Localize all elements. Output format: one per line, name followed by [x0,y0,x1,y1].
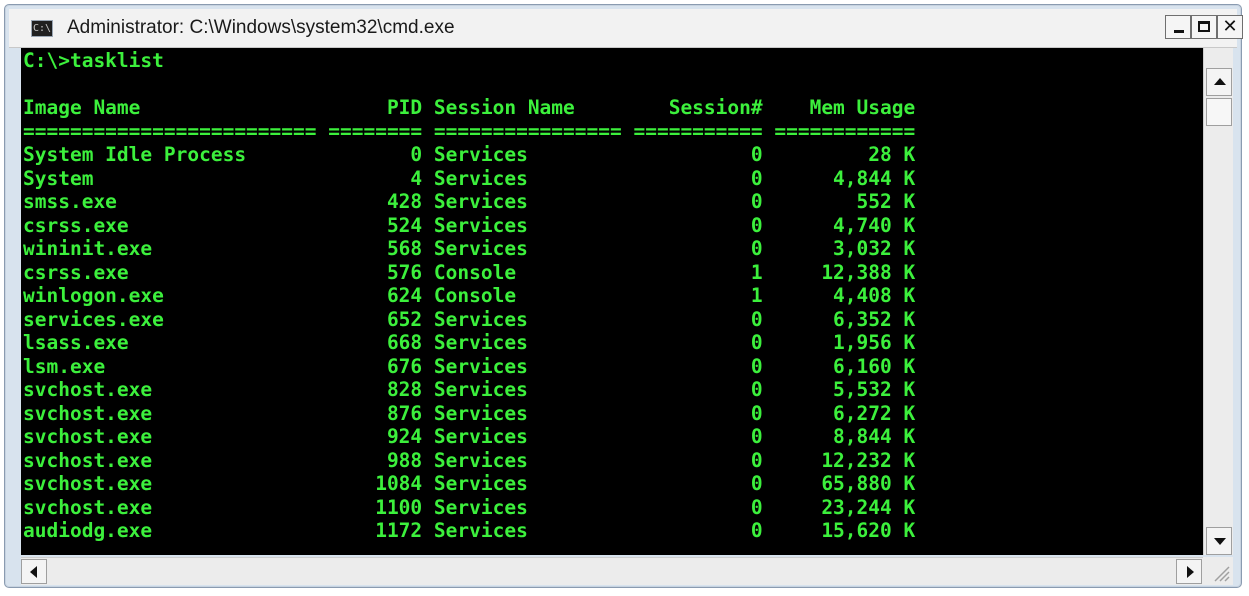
console-line: audiodg.exe 1172 Services 0 15,620 K [23,519,916,542]
scroll-thumb[interactable] [1206,98,1232,126]
horizontal-scrollbar[interactable] [21,557,1203,585]
console-line: svchost.exe 828 Services 0 5,532 K [23,378,916,401]
console-line: csrss.exe 576 Console 1 12,388 K [23,260,916,284]
console-line: winlogon.exe 624 Console 1 4,408 K [23,284,916,307]
scroll-left-button[interactable] [21,559,47,584]
console-line: svchost.exe 876 Services 0 6,272 K [23,401,916,425]
console-line: lsm.exe 676 Services 0 6,160 K [23,354,916,378]
close-icon: ✕ [1222,16,1238,37]
console-output[interactable]: C:\>tasklist Image Name PID Session Name … [21,48,1203,555]
console-line: Image Name PID Session Name Session# Mem… [23,96,916,119]
console-line: System 4 Services 0 4,844 K [23,166,916,190]
maximize-button[interactable] [1191,15,1217,39]
console-line: C:\>tasklist [23,49,164,72]
arrow-right-icon [1187,566,1194,578]
maximize-icon [1198,21,1210,32]
console-line: lsass.exe 668 Services 0 1,956 K [23,331,916,354]
scroll-right-button[interactable] [1176,559,1202,584]
arrow-left-icon [30,566,37,578]
console-line: svchost.exe 924 Services 0 8,844 K [23,425,916,448]
scroll-down-button[interactable] [1206,527,1232,555]
resize-grip-icon[interactable] [1203,557,1233,585]
minimize-button[interactable] [1165,15,1191,39]
minimize-icon [1174,30,1184,33]
arrow-up-icon [1214,78,1226,85]
console-line: System Idle Process 0 Services 0 28 K [23,143,916,166]
close-button[interactable]: ✕ [1217,15,1243,39]
console-window: C:\ Administrator: C:\Windows\system32\c… [4,4,1243,588]
console-line: services.exe 652 Services 0 6,352 K [23,307,916,331]
console-line: svchost.exe 1084 Services 0 65,880 K [23,472,916,495]
vertical-scrollbar[interactable] [1203,48,1233,555]
window-title: Administrator: C:\Windows\system32\cmd.e… [67,17,455,38]
console-line: csrss.exe 524 Services 0 4,740 K [23,213,916,237]
console-line: svchost.exe 1100 Services 0 23,244 K [23,495,916,519]
cmd-app-icon[interactable]: C:\ [31,20,53,37]
console-line: smss.exe 428 Services 0 552 K [23,190,916,213]
console-line: svchost.exe 988 Services 0 12,232 K [23,448,916,472]
console-line: ========================= ======== =====… [23,119,916,143]
title-bar[interactable]: C:\ Administrator: C:\Windows\system32\c… [9,9,1243,48]
arrow-down-icon [1214,538,1226,545]
console-line: wininit.exe 568 Services 0 3,032 K [23,237,916,260]
scroll-up-button[interactable] [1206,68,1232,96]
